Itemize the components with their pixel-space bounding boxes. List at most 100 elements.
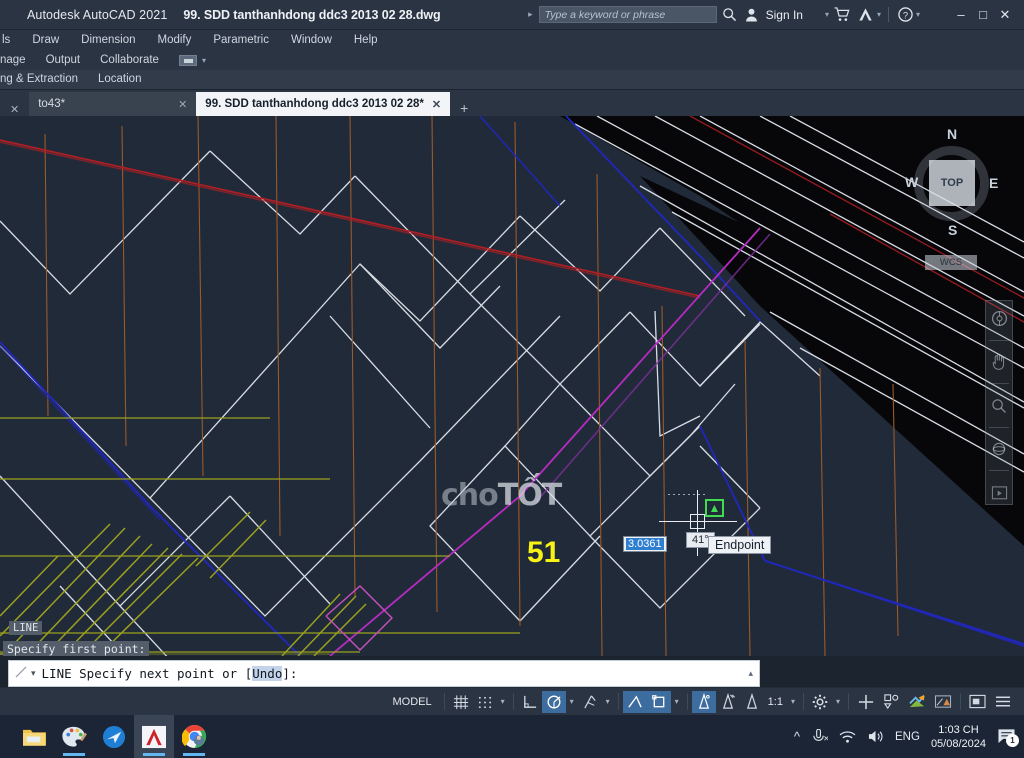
pan-hand-icon[interactable]	[988, 351, 1010, 374]
lineweight-toggle[interactable]	[691, 690, 716, 713]
drawing-tab-close-icon[interactable]: ✕	[178, 98, 187, 111]
autodesk-a-icon[interactable]	[855, 7, 877, 22]
tray-volume-icon[interactable]	[867, 729, 884, 744]
svg-text:✕: ✕	[823, 734, 828, 743]
isometric-drafting-toggle[interactable]	[578, 691, 602, 713]
command-input[interactable]: LINE Specify next point or [Undo]:	[42, 666, 297, 681]
new-drawing-tab-button[interactable]: +	[450, 100, 478, 116]
autodesk-menu-dropdown-icon[interactable]: ▾	[877, 10, 881, 19]
ribbon-tab-manage[interactable]: nage	[0, 51, 36, 70]
menu-item-modify[interactable]: Modify	[146, 30, 202, 51]
view-cube-north-label[interactable]: N	[947, 126, 957, 142]
show-motion-icon[interactable]	[988, 481, 1010, 504]
model-space-tab[interactable]: MODEL	[384, 693, 439, 711]
drawing-tab-to43[interactable]: to43* ✕	[29, 92, 197, 116]
tray-action-center-icon[interactable]: 1	[997, 728, 1019, 747]
command-option-undo[interactable]: Undo	[252, 666, 283, 681]
help-icon[interactable]: ?	[896, 7, 916, 22]
taskbar-file-explorer[interactable]	[14, 715, 54, 758]
drawing-tab-close-icon[interactable]: ✕	[432, 98, 441, 111]
tray-date: 05/08/2024	[930, 737, 986, 750]
taskbar-chrome[interactable]	[174, 715, 214, 758]
object-snap-tracking-toggle[interactable]	[622, 690, 647, 713]
search-icon[interactable]	[717, 7, 743, 22]
polar-tracking-toggle[interactable]	[541, 690, 566, 713]
taskbar-autocad[interactable]	[134, 715, 174, 758]
graphics-performance-icon[interactable]	[904, 691, 930, 713]
command-line[interactable]: ▾ LINE Specify next point or [Undo]: ▴	[8, 660, 760, 687]
infocenter-expand-icon[interactable]: ▸	[528, 9, 533, 20]
tray-mic-muted-icon[interactable]: ✕	[811, 729, 828, 744]
title-bar: Autodesk AutoCAD 2021 99. SDD tanthanhdo…	[0, 0, 1024, 30]
cart-icon[interactable]	[829, 7, 855, 22]
tab-close-icon-leading[interactable]: ✕	[0, 103, 29, 116]
window-maximize-button[interactable]: □	[972, 7, 994, 22]
zoom-extents-icon[interactable]	[988, 394, 1010, 417]
steering-wheels-icon[interactable]	[988, 307, 1010, 330]
model-label: MODEL	[392, 695, 432, 708]
object-snap-toggle[interactable]	[646, 690, 671, 713]
workspace-dropdown-icon[interactable]: ▾	[832, 697, 844, 706]
workspace-settings-gear-icon[interactable]	[808, 691, 832, 713]
polar-settings-dropdown-icon[interactable]: ▾	[566, 697, 578, 706]
customization-hamburger-icon[interactable]	[990, 691, 1016, 713]
menu-item-window[interactable]: Window	[280, 30, 343, 51]
taskbar-browser-blue[interactable]	[94, 715, 134, 758]
taskbar-paint[interactable]	[54, 715, 94, 758]
crosshair-pickbox	[690, 514, 705, 529]
command-history-dropdown-icon[interactable]: ▾	[31, 668, 36, 679]
ortho-mode-toggle[interactable]	[518, 691, 542, 713]
view-cube[interactable]: TOP N S E W	[903, 126, 999, 244]
selection-cycling-toggle[interactable]	[740, 691, 764, 713]
window-close-button[interactable]: ✕	[994, 7, 1016, 23]
menu-item-tools[interactable]: ls	[0, 30, 21, 51]
autoscale-plus-icon[interactable]	[853, 691, 879, 713]
command-history-tag: LINE	[9, 621, 43, 635]
ribbon-tab-output[interactable]: Output	[36, 51, 91, 70]
search-input[interactable]: Type a keyword or phrase	[538, 6, 717, 23]
ucs-selector[interactable]: WCS	[925, 255, 977, 270]
sign-in-button[interactable]: Sign In	[766, 8, 803, 22]
window-minimize-button[interactable]: –	[950, 7, 972, 22]
help-dropdown-icon[interactable]: ▾	[916, 10, 920, 19]
ribbon-panel-linking-extraction[interactable]: ng & Extraction	[0, 70, 88, 89]
drawing-geometry	[0, 116, 1024, 656]
menu-item-dimension[interactable]: Dimension	[70, 30, 146, 51]
tray-overflow-chevron-icon[interactable]: ^	[794, 729, 800, 744]
drawing-canvas[interactable]: choTỐT 51 ▲ 3.0361 41° Endpoint LINE Spe…	[0, 116, 1024, 656]
snap-mode-toggle[interactable]	[473, 691, 497, 713]
annotation-scale-dropdown-icon[interactable]: ▾	[787, 697, 799, 706]
view-cube-east-label[interactable]: E	[989, 175, 998, 191]
navigation-bar[interactable]	[985, 300, 1013, 505]
orbit-icon[interactable]	[988, 438, 1010, 461]
menu-item-draw[interactable]: Draw	[21, 30, 70, 51]
transparency-toggle[interactable]	[716, 691, 740, 713]
isoplane-dropdown-icon[interactable]: ▾	[602, 697, 614, 706]
command-line-collapse-icon[interactable]: ▴	[748, 668, 753, 679]
ribbon-panel-dropdown-icon[interactable]: ▾	[202, 56, 206, 65]
annotation-scale-value[interactable]: 1:1	[764, 696, 787, 708]
grid-display-toggle[interactable]	[449, 691, 473, 713]
osnap-settings-dropdown-icon[interactable]: ▾	[671, 697, 683, 706]
tray-clock[interactable]: 1:03 CH 05/08/2024	[931, 723, 986, 751]
tray-language-indicator[interactable]: ENG	[895, 731, 920, 743]
view-cube-south-label[interactable]: S	[948, 222, 957, 238]
ribbon-panel-location[interactable]: Location	[88, 70, 151, 89]
annotation-monitor-icon[interactable]	[930, 691, 956, 713]
osnap-tooltip: Endpoint	[708, 536, 772, 554]
system-tray: ^ ✕ ENG 1:03 CH 05/08/2024 1	[794, 723, 1024, 751]
drawing-tab-sdd[interactable]: 99. SDD tanthanhdong ddc3 2013 02 28* ✕	[196, 92, 451, 116]
clean-screen-icon[interactable]	[965, 691, 990, 713]
dynamic-input-length-field[interactable]: 3.0361	[623, 536, 667, 552]
tray-wifi-icon[interactable]	[839, 730, 856, 744]
menu-item-parametric[interactable]: Parametric	[202, 30, 280, 51]
view-cube-west-label[interactable]: W	[905, 174, 918, 190]
ribbon-tab-collaborate[interactable]: Collaborate	[90, 51, 169, 70]
menu-item-help[interactable]: Help	[343, 30, 389, 51]
navbar-divider	[989, 339, 1009, 341]
ribbon-panel-icon[interactable]	[178, 55, 197, 66]
view-cube-top-face[interactable]: TOP	[929, 160, 975, 206]
isolate-objects-icon[interactable]	[879, 691, 904, 713]
snap-settings-dropdown-icon[interactable]: ▾	[497, 697, 509, 706]
user-icon[interactable]	[743, 8, 761, 22]
